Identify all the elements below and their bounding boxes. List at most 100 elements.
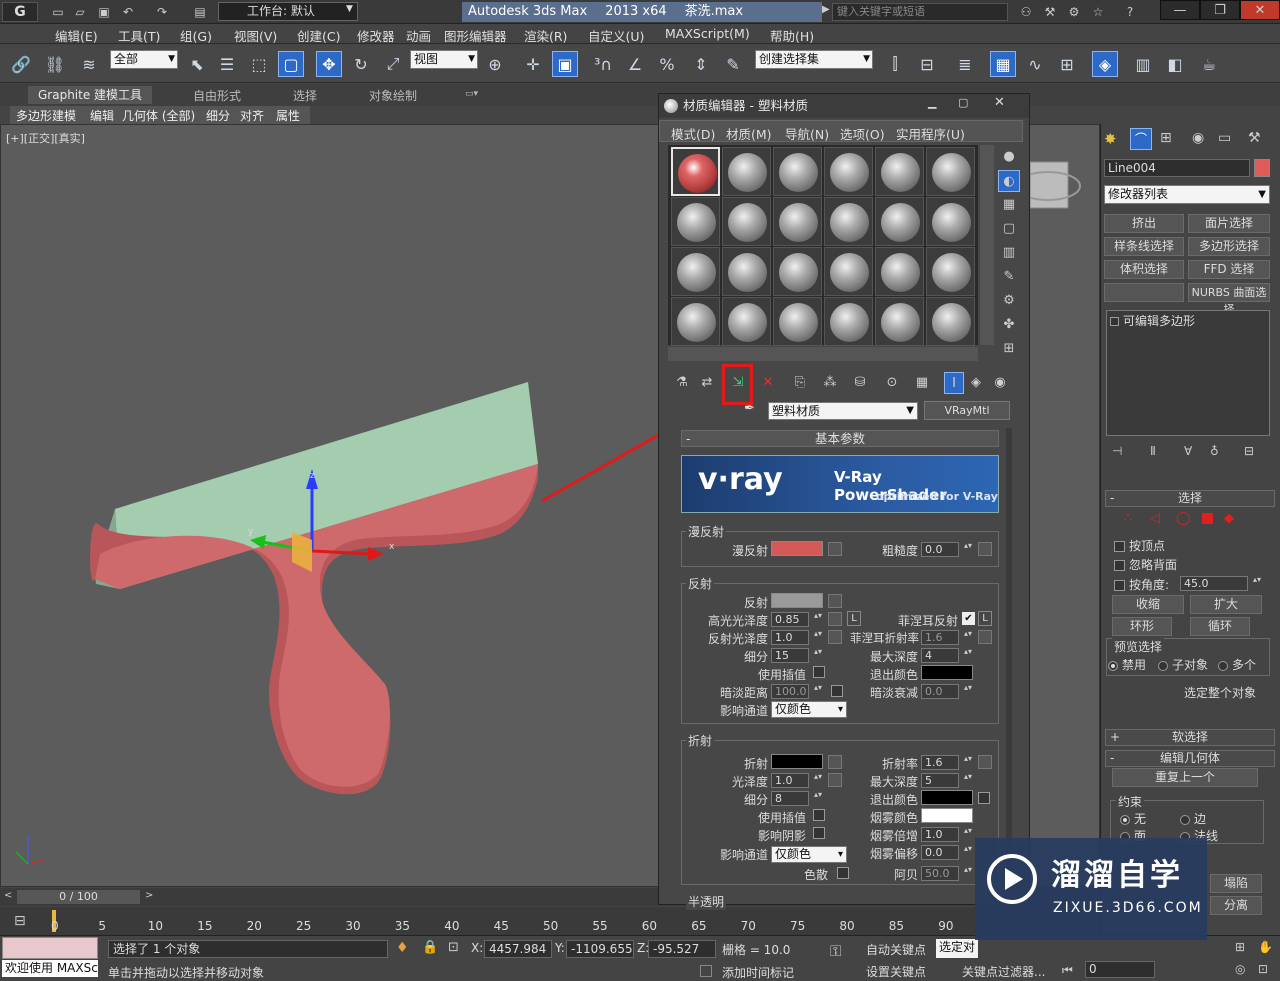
show-map-icon[interactable]: ▦ [912,372,932,394]
modifier-list-dropdown[interactable]: 修改器列表 ▼ [1104,185,1270,204]
named-selection-dropdown[interactable]: 创建选择集 ▼ [755,50,873,69]
poly-select-button[interactable]: 多边形选择 [1188,237,1270,256]
vol-select-button[interactable]: 体积选择 [1104,260,1184,279]
current-frame-field[interactable]: 0 [1085,961,1155,978]
sample-slot[interactable] [926,297,975,346]
select-by-name-icon[interactable]: ☰ [214,51,240,77]
make-unique-icon[interactable]: ∀ [1184,444,1192,458]
menu-tools[interactable]: 工具(T) [118,26,160,45]
refract-color-swatch[interactable] [771,754,823,769]
time-tag-icon[interactable] [700,965,712,977]
set-key-button[interactable]: 设置关键点 [866,963,926,980]
unlink-icon[interactable]: ⛓ [42,51,68,77]
object-color-swatch[interactable] [1254,159,1270,177]
material-map-navigator-icon[interactable]: ⊞ [998,338,1020,360]
make-unique-mat-icon[interactable]: ⁂ [820,372,840,394]
mat-menu-options[interactable]: 选项(O) [840,124,885,143]
project-folder-icon[interactable]: ▤ [190,3,210,21]
refl-gloss-spinner[interactable]: 1.0 [771,630,822,645]
get-material-icon[interactable]: ⚗ [672,372,692,394]
sample-slot[interactable] [722,197,771,246]
redo-icon[interactable]: ↷ [152,3,172,21]
isolate-icon[interactable]: ♦ [396,940,409,956]
refl-gloss-map-button[interactable] [828,630,842,644]
refract-ior-map-button[interactable] [978,755,992,769]
fresnel-lock-button[interactable]: L [978,611,992,626]
ribbon-options-icon[interactable]: ▭▾ [465,89,478,99]
tab-graphite-modeling[interactable]: Graphite 建模工具 [28,86,153,104]
sample-slot[interactable] [722,147,771,196]
border-mode-icon[interactable]: ◯ [1176,511,1191,526]
y-coord-field[interactable]: -1109.655 [566,940,634,958]
nurbs-select-button[interactable]: NURBS 曲面选择 [1188,283,1270,316]
maxscript-listener-pink[interactable] [2,937,98,959]
restore-button[interactable]: ❐ [1200,0,1240,20]
sample-slot[interactable] [722,247,771,296]
render-teapot-icon[interactable]: ☕ [1196,51,1222,77]
slot-vscrollbar[interactable] [980,145,994,345]
roughness-map-button[interactable] [978,542,992,556]
connect-icon[interactable]: ⚙ [1064,3,1084,21]
render-setup-icon[interactable]: ▥ [1130,51,1156,77]
params-scrollbar[interactable] [1006,428,1012,904]
reflect-color-swatch[interactable] [771,593,823,608]
app-logo-icon[interactable]: G [2,2,38,22]
stack-item-editable-poly[interactable]: 可编辑多边形 [1110,312,1268,328]
mat-menu-material[interactable]: 材质(M) [726,124,772,143]
rotate-icon[interactable]: ↻ [348,51,374,77]
save-icon[interactable]: ▣ [94,3,114,21]
time-prev-icon[interactable]: < [4,890,12,901]
refract-ior-spinner[interactable]: 1.6 [921,755,972,770]
mat-minimize-button[interactable]: ▁ [928,96,936,109]
constraint-edge-radio[interactable]: 边 [1180,810,1206,827]
preview-subobject-radio[interactable]: 子对象 [1158,656,1208,673]
refr-gloss-map-button[interactable] [828,773,842,787]
basic-params-rollout[interactable]: - 基本参数 [681,430,999,447]
copy-material-icon[interactable]: ⎘ [790,372,810,394]
configure-sets-icon[interactable]: ⊟ [1244,444,1254,458]
tab-selection[interactable]: 选择 [293,87,317,104]
key-set-dropdown[interactable]: 选定对 [936,939,978,958]
patch-select-button[interactable]: 面片选择 [1188,214,1270,233]
rect-selection-icon[interactable]: ⬚ [246,51,272,77]
by-vertex-checkbox[interactable]: 按顶点 [1114,537,1165,554]
hilight-gloss-spinner[interactable]: 0.85 [771,612,822,627]
sample-slot[interactable] [773,297,822,346]
sample-slot[interactable] [773,247,822,296]
by-angle-checkbox[interactable]: 按角度: [1114,576,1169,593]
fog-bias-spinner[interactable]: 0.0 [921,845,972,860]
subtab-edit[interactable]: 编辑 [90,107,114,124]
close-button[interactable]: ✕ [1240,0,1280,20]
menu-modifiers[interactable]: 修改器 [357,26,395,45]
menu-views[interactable]: 视图(V) [234,26,277,45]
preview-disabled-radio[interactable]: 禁用 [1108,656,1146,673]
edit-geometry-rollout[interactable]: - 编辑几何体 [1105,750,1275,767]
shrink-button[interactable]: 收缩 [1112,595,1184,614]
polygon-mode-icon[interactable] [1202,513,1213,524]
pivot-center-icon[interactable]: ⊕ [482,51,508,77]
dim-distance-checkbox[interactable] [831,685,843,697]
sample-slot[interactable] [926,197,975,246]
preview-multi-radio[interactable]: 多个 [1218,656,1256,673]
show-end-result-icon[interactable]: Ⅱ [1150,444,1156,458]
layer-manager-icon[interactable]: ≣ [952,51,978,77]
object-name-field[interactable]: Line004 [1104,159,1250,177]
menu-rendering[interactable]: 渲染(R) [524,26,567,45]
refl-affect-channels-dropdown[interactable]: 仅颜色 [771,701,847,718]
diffuse-map-button[interactable] [828,542,842,556]
spinner-snap-icon[interactable]: ⇕ [688,51,714,77]
spline-select-button[interactable]: 样条线选择 [1104,237,1184,256]
tab-freeform[interactable]: 自由形式 [193,87,241,104]
percent-snap-icon[interactable]: % [654,51,680,77]
selection-filter-dropdown[interactable]: 全部 ▼ [110,50,178,69]
ffd-select-button[interactable]: FFD 选择 [1188,260,1270,279]
orbit-icon[interactable]: ◎ [1235,962,1245,976]
put-to-library-icon[interactable]: ⛁ [850,372,870,394]
refr-subdivs-spinner[interactable]: 8 [771,791,822,806]
zoom-extents-icon[interactable]: ⊞ [1235,940,1245,954]
manipulate-icon[interactable]: ✛ [520,51,546,77]
go-forward-sibling-icon[interactable]: ◉ [990,372,1010,394]
vertex-mode-icon[interactable]: ∴ [1124,511,1132,526]
ref-coord-dropdown[interactable]: 视图 ▼ [410,50,478,69]
options-icon[interactable]: ⚙ [998,290,1020,312]
